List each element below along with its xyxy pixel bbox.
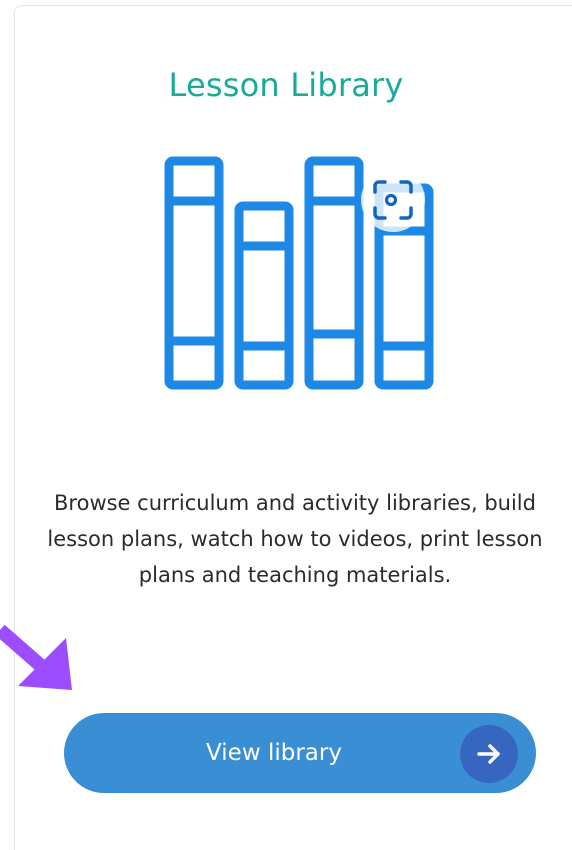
view-library-label: View library — [206, 740, 342, 766]
card-description: Browse curriculum and activity libraries… — [47, 491, 543, 587]
visual-search-icon — [373, 180, 413, 220]
page: Lesson Library Browse curriculum and act… — [0, 0, 572, 850]
view-library-button[interactable]: View library — [64, 713, 536, 793]
pointer-arrow-icon — [0, 624, 72, 690]
card-title: Lesson Library — [168, 66, 404, 104]
arrow-right-icon — [460, 725, 518, 783]
visual-search-button[interactable] — [361, 168, 425, 232]
